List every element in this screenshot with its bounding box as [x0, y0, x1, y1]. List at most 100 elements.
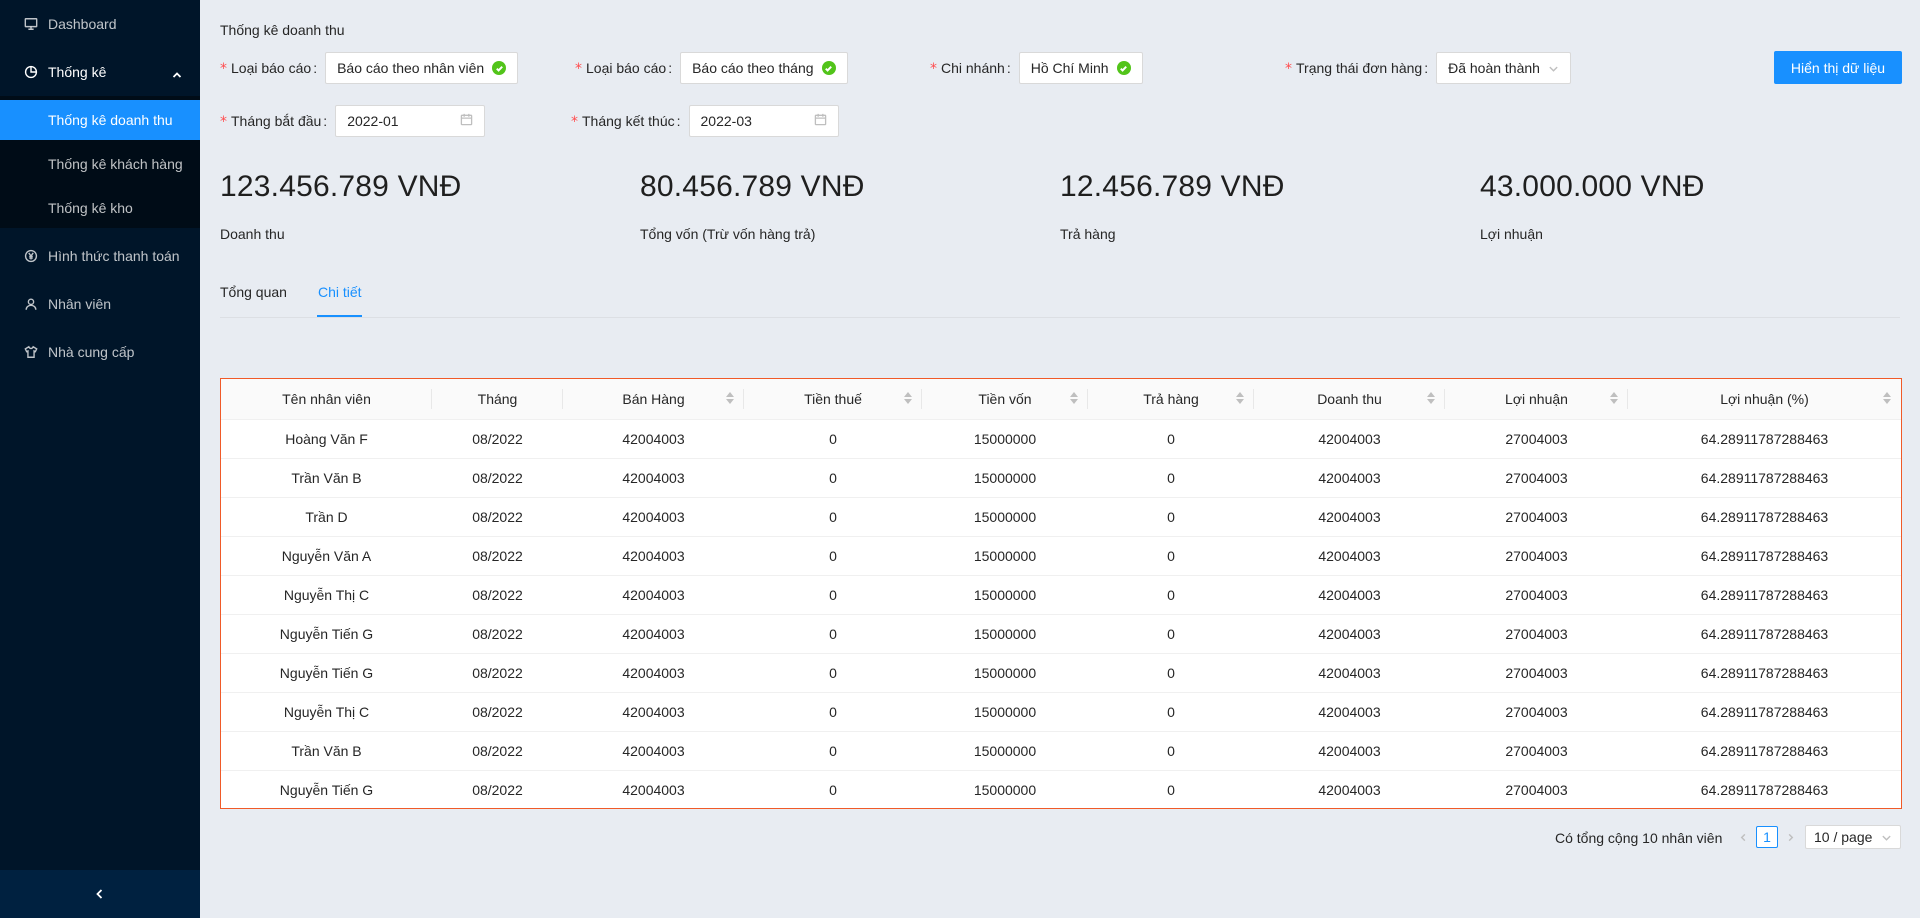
table-cell: 64.28911787288463 — [1628, 419, 1901, 459]
sidebar-collapse-button[interactable] — [0, 870, 200, 918]
sidebar-item-nha-cung-cap[interactable]: Nhà cung cấp — [0, 332, 200, 372]
filter-branch: * Chi nhánh: Hồ Chí Minh — [930, 52, 1143, 84]
column-header-label: Tên nhân viên — [282, 390, 371, 407]
filter-label: Tháng bắt đầu — [231, 112, 322, 129]
table-cell: 27004003 — [1445, 731, 1628, 771]
page-title: Thống kê doanh thu — [220, 22, 345, 38]
table-cell: 08/2022 — [432, 692, 563, 732]
sidebar-item-hinh-thuc-thanh-toan[interactable]: Hình thức thanh toán — [0, 236, 200, 276]
table-cell: 42004003 — [1254, 614, 1445, 654]
table-cell: 15000000 — [922, 536, 1088, 576]
date-value: 2022-03 — [700, 113, 752, 129]
table-cell: 64.28911787288463 — [1628, 458, 1901, 498]
stat-total-capital: 80.456.789 VNĐ Tổng vốn (Trừ vốn hàng tr… — [640, 170, 865, 242]
chevron-right-icon — [1786, 833, 1795, 842]
order-status-select[interactable]: Đã hoàn thành — [1436, 52, 1571, 84]
stat-label: Lợi nhuận — [1480, 226, 1543, 242]
shirt-icon — [24, 345, 38, 359]
column-header-label: Tiền thuế — [804, 390, 862, 407]
table-cell: 42004003 — [1254, 419, 1445, 459]
table-cell: Trần Văn B — [221, 731, 432, 771]
column-header-sortable[interactable]: Trả hàng — [1088, 379, 1254, 420]
table-cell: 27004003 — [1445, 614, 1628, 654]
sidebar-item-dashboard[interactable]: Dashboard — [0, 4, 200, 44]
table-cell: 0 — [744, 653, 922, 693]
required-mark: * — [575, 60, 582, 77]
table-header-row: Tên nhân viên Tháng Bán Hàng Tiền thuế T… — [221, 379, 1901, 420]
table-cell: 42004003 — [563, 536, 744, 576]
filter-label: Loại báo cáo — [586, 59, 667, 76]
tab-chi-tiet[interactable]: Chi tiết — [318, 284, 362, 318]
sidebar-subitem-thong-ke-doanh-thu[interactable]: Thống kê doanh thu — [0, 100, 200, 140]
sidebar-subitem-thong-ke-khach-hang[interactable]: Thống kê khách hàng — [0, 144, 200, 184]
table-cell: 64.28911787288463 — [1628, 575, 1901, 615]
table-cell: 42004003 — [1254, 692, 1445, 732]
sidebar-subitem-thong-ke-kho[interactable]: Thống kê kho — [0, 188, 200, 228]
sidebar-item-label: Thống kê kho — [48, 200, 133, 216]
table-cell: 0 — [744, 731, 922, 771]
table-cell: 08/2022 — [432, 575, 563, 615]
column-header-sortable[interactable]: Bán Hàng — [563, 379, 744, 420]
table-cell: 64.28911787288463 — [1628, 614, 1901, 654]
tab-tong-quan[interactable]: Tổng quan — [220, 284, 287, 318]
pagination-page-1[interactable]: 1 — [1756, 826, 1778, 848]
column-header-sortable[interactable]: Lợi nhuận — [1445, 379, 1628, 420]
table-cell: 27004003 — [1445, 692, 1628, 732]
table-cell: 08/2022 — [432, 536, 563, 576]
check-circle-icon — [1116, 61, 1131, 75]
select-value: Hồ Chí Minh — [1030, 60, 1109, 76]
column-header-sortable[interactable]: Doanh thu — [1254, 379, 1445, 420]
table-row: Nguyễn Tiến G 08/2022 42004003 0 15000000 0 42… — [221, 770, 1901, 809]
end-month-picker[interactable]: 2022-03 — [688, 105, 839, 137]
column-header-label: Lợi nhuận — [1505, 390, 1568, 407]
stat-profit: 43.000.000 VNĐ Lợi nhuận — [1480, 170, 1705, 242]
table-row: Trần D 08/2022 42004003 0 15000000 0 42004003 2… — [221, 497, 1901, 537]
select-value: Báo cáo theo tháng — [692, 60, 814, 76]
table-cell: 42004003 — [563, 731, 744, 771]
sidebar-item-label: Thống kê — [48, 64, 107, 80]
filter-start-month: * Tháng bắt đầu: 2022-01 — [220, 105, 486, 137]
stat-value: 43.000.000 VNĐ — [1480, 170, 1705, 203]
column-header-sortable[interactable]: Tiền vốn — [922, 379, 1088, 420]
stat-value: 80.456.789 VNĐ — [640, 170, 865, 203]
filter-label: Loại báo cáo — [231, 59, 312, 76]
sidebar-item-label: Hình thức thanh toán — [48, 248, 180, 264]
table-cell: 15000000 — [922, 419, 1088, 459]
branch-select[interactable]: Hồ Chí Minh — [1018, 52, 1143, 84]
table-cell: 0 — [1088, 614, 1254, 654]
report-type-2-select[interactable]: Báo cáo theo tháng — [680, 52, 848, 84]
pagination-prev-button[interactable] — [1736, 830, 1750, 844]
required-mark: * — [930, 60, 937, 77]
table-cell: Nguyễn Tiến G — [221, 653, 432, 693]
table-cell: 42004003 — [1318, 781, 1381, 798]
sort-icon — [1610, 392, 1618, 404]
table-cell: 42004003 — [1254, 458, 1445, 498]
sidebar: Dashboard Thống kê Thống kê doanh thu Th… — [0, 0, 200, 918]
sidebar-item-nhan-vien[interactable]: Nhân viên — [0, 284, 200, 324]
column-header-sortable[interactable]: Lợi nhuận (%) — [1628, 379, 1901, 420]
table-cell: 08/2022 — [432, 497, 563, 537]
sidebar-item-thong-ke[interactable]: Thống kê — [0, 52, 200, 92]
table-cell: 0 — [744, 419, 922, 459]
column-header: Tên nhân viên — [221, 379, 432, 420]
table-cell: 0 — [744, 692, 922, 732]
tabs: Tổng quan Chi tiết — [220, 284, 1900, 318]
table-cell: 42004003 — [563, 614, 744, 654]
show-data-button[interactable]: Hiển thị dữ liệu — [1774, 51, 1902, 84]
sidebar-item-label: Nhân viên — [48, 296, 112, 312]
page-size-select[interactable]: 10 / page — [1805, 825, 1901, 849]
sidebar-item-label: Dashboard — [48, 16, 117, 32]
start-month-picker[interactable]: 2022-01 — [335, 105, 486, 137]
pagination-next-button[interactable] — [1783, 830, 1797, 844]
calendar-icon — [814, 113, 827, 129]
pie-chart-icon — [24, 65, 38, 79]
table-cell: 42004003 — [622, 781, 685, 798]
stat-label: Trả hàng — [1060, 226, 1116, 242]
table-cell: 15000000 — [922, 653, 1088, 693]
column-header-sortable[interactable]: Tiền thuế — [744, 379, 922, 420]
table-cell: Trần D — [221, 497, 432, 537]
table-cell: 27004003 — [1445, 575, 1628, 615]
table-cell: 08/2022 — [472, 781, 523, 798]
table-cell: 64.28911787288463 — [1700, 781, 1829, 798]
report-type-1-select[interactable]: Báo cáo theo nhân viên — [325, 52, 519, 84]
